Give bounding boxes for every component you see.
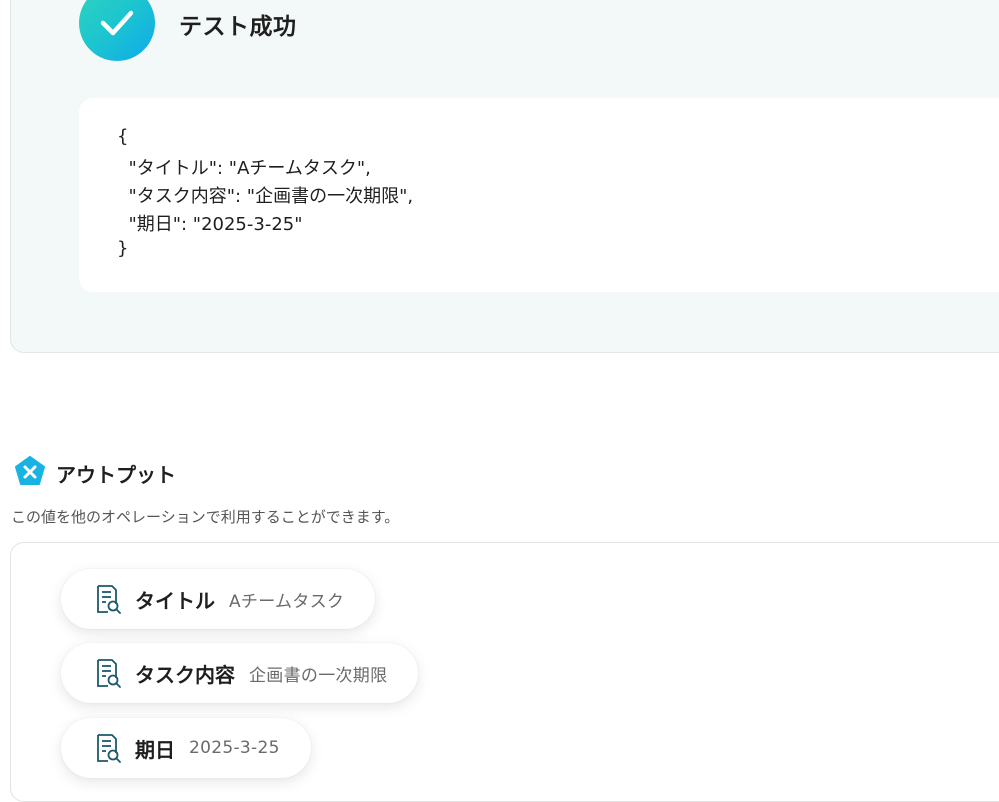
output-title: アウトプット bbox=[56, 462, 176, 487]
x-pentagon-icon bbox=[14, 455, 46, 491]
output-item-value: 2025-3-25 bbox=[189, 738, 280, 758]
json-output-box: { "タイトル": "Aチームタスク", "タスク内容": "企画書の一次期限"… bbox=[79, 98, 999, 292]
output-item-task-content[interactable]: タスク内容 企画書の一次期限 bbox=[61, 643, 419, 703]
output-panel: タイトル Aチームタスク タスク内容 企画書の一次期限 期日 2025-3-25 bbox=[10, 542, 999, 802]
output-description: この値を他のオペレーションで利用することができます。 bbox=[11, 508, 400, 526]
output-item-label: タイトル bbox=[135, 588, 215, 613]
document-search-icon bbox=[93, 658, 123, 688]
output-item-label: 期日 bbox=[135, 737, 175, 762]
json-line: } bbox=[117, 238, 129, 259]
output-item-title[interactable]: タイトル Aチームタスク bbox=[61, 569, 376, 629]
document-search-icon bbox=[93, 584, 123, 614]
document-search-icon bbox=[93, 733, 123, 763]
test-result-panel: テスト成功 { "タイトル": "Aチームタスク", "タスク内容": "企画書… bbox=[10, 0, 999, 353]
json-line: { bbox=[117, 126, 129, 147]
output-header: アウトプット bbox=[14, 455, 176, 491]
output-item-label: タスク内容 bbox=[135, 662, 235, 687]
test-success-title: テスト成功 bbox=[179, 14, 297, 40]
output-item-value: Aチームタスク bbox=[229, 591, 345, 612]
json-line: "タイトル": "Aチームタスク", bbox=[117, 158, 371, 179]
output-item-value: 企画書の一次期限 bbox=[249, 665, 388, 686]
json-line: "期日": "2025-3-25" bbox=[117, 214, 303, 235]
json-line: "タスク内容": "企画書の一次期限", bbox=[117, 186, 414, 207]
output-item-due-date[interactable]: 期日 2025-3-25 bbox=[61, 718, 311, 778]
success-check-icon bbox=[79, 0, 155, 61]
